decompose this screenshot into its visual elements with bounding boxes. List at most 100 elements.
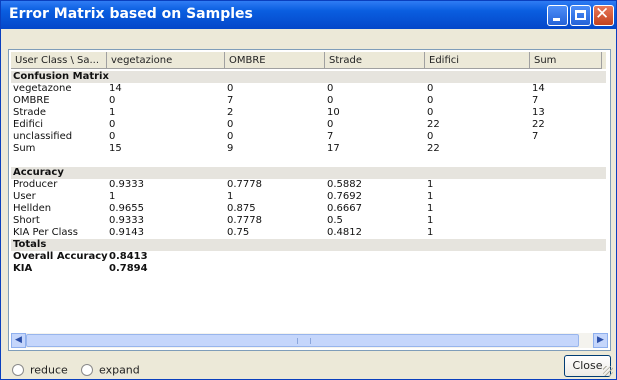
table-cell: 14: [109, 83, 122, 94]
table-cell: Edifici: [13, 119, 44, 130]
table-cell: 0: [427, 107, 434, 118]
table-cell: 0.7778: [227, 215, 262, 226]
resize-grip-icon[interactable]: [603, 366, 613, 376]
table-cell: vegetazone: [13, 83, 72, 94]
section-header: Confusion Matrix: [11, 71, 606, 83]
table-row: User 1 1 0.7692 1: [11, 191, 606, 203]
table-cell: 7: [227, 95, 234, 106]
table-cell: 0.6667: [327, 203, 362, 214]
close-window-button[interactable]: ✕: [593, 4, 614, 26]
table-cell: unclassified: [13, 131, 73, 142]
table-cell: KIA: [13, 263, 33, 274]
table-row: vegetazone 14 0 0 0 14: [11, 83, 606, 95]
table-row: Hellden 0.9655 0.875 0.6667 1: [11, 203, 606, 215]
table-cell: Hellden: [13, 203, 52, 214]
table-cell: 0.8413: [109, 251, 148, 262]
section-header: Accuracy: [11, 167, 606, 179]
table-cell: 0.5882: [327, 179, 362, 190]
minimize-button[interactable]: [547, 5, 568, 26]
table-cell: 7: [327, 131, 334, 142]
table-cell: 0.5: [327, 215, 343, 226]
table-cell: 1: [109, 107, 116, 118]
table-cell: 0.9333: [109, 179, 144, 190]
table-row: Strade 1 2 10 0 13: [11, 107, 606, 119]
table-cell: OMBRE: [13, 95, 50, 106]
reduce-label: reduce: [30, 363, 68, 377]
table-cell: KIA Per Class: [13, 227, 78, 238]
table-cell: 0: [427, 131, 434, 142]
table-cell: User: [13, 191, 36, 202]
table-row: Producer 0.9333 0.7778 0.5882 1: [11, 179, 606, 191]
table-cell: Totals: [13, 239, 47, 250]
table-cell: 13: [532, 107, 545, 118]
table-cell: 1: [427, 227, 434, 238]
table-cell: 0: [227, 131, 234, 142]
table-cell: 14: [532, 83, 545, 94]
table-cell: 0: [327, 119, 334, 130]
table-cell: 0.4812: [327, 227, 362, 238]
close-icon: ✕: [595, 4, 610, 24]
table-cell: 1: [109, 191, 116, 202]
error-matrix-table: User Class \ Sa... vegetazione OMBRE Strade…: [8, 49, 611, 351]
table-cell: 0: [109, 131, 116, 142]
column-header[interactable]: Edifici: [425, 52, 530, 69]
table-cell: 22: [427, 119, 440, 130]
radio-icon[interactable]: [81, 364, 93, 376]
table-row: Short 0.9333 0.7778 0.5 1: [11, 215, 606, 227]
maximize-button[interactable]: [570, 5, 591, 26]
table-row: Overall Accuracy 0.8413: [11, 251, 606, 263]
table-cell: Producer: [13, 179, 58, 190]
table-row: OMBRE 0 7 0 0 7: [11, 95, 606, 107]
error-matrix-window: Error Matrix based on Samples ✕ User Cla…: [0, 0, 617, 380]
radio-icon[interactable]: [12, 364, 24, 376]
table-header: User Class \ Sa... vegetazione OMBRE Strade…: [11, 52, 606, 69]
table-cell: Confusion Matrix: [13, 71, 109, 82]
table-cell: 7: [532, 95, 539, 106]
maximize-icon: [575, 10, 586, 20]
column-header[interactable]: User Class \ Sa...: [11, 52, 107, 69]
table-cell: 9: [227, 143, 234, 154]
window-title: Error Matrix based on Samples: [9, 6, 253, 22]
table-cell: Short: [13, 215, 40, 226]
title-bar[interactable]: Error Matrix based on Samples ✕: [1, 1, 616, 29]
table-cell: 1: [427, 215, 434, 226]
table-cell: 0.7778: [227, 179, 262, 190]
arrow-right-icon: ▶: [597, 335, 604, 345]
grip-icon: [297, 338, 311, 344]
table-cell: 0: [327, 83, 334, 94]
column-header[interactable]: Strade: [325, 52, 425, 69]
reduce-option[interactable]: reduce: [12, 363, 68, 377]
expand-option[interactable]: expand: [81, 363, 140, 377]
table-cell: 10: [327, 107, 340, 118]
arrow-left-icon: ◀: [15, 335, 22, 345]
table-cell: 1: [427, 191, 434, 202]
table-cell: 0.9655: [109, 203, 144, 214]
table-cell: 0: [427, 83, 434, 94]
scroll-right-button[interactable]: ▶: [593, 333, 608, 348]
minimize-icon: [553, 18, 560, 21]
table-cell: 17: [327, 143, 340, 154]
column-header[interactable]: Sum: [530, 52, 602, 69]
scroll-left-button[interactable]: ◀: [11, 333, 26, 348]
table-cell: 2: [227, 107, 234, 118]
table-row: unclassified 0 0 7 0 7: [11, 131, 606, 143]
table-cell: Overall Accuracy: [13, 251, 108, 262]
table-row: Edifici 0 0 0 22 22: [11, 119, 606, 131]
table-row: KIA Per Class 0.9143 0.75 0.4812 1: [11, 227, 606, 239]
table-cell: Accuracy: [13, 167, 64, 178]
column-header[interactable]: OMBRE: [225, 52, 325, 69]
table-cell: 0.875: [227, 203, 256, 214]
table-cell: 0: [109, 119, 116, 130]
table-cell: 15: [109, 143, 122, 154]
scrollbar-thumb[interactable]: [26, 334, 579, 347]
section-header: Totals: [11, 239, 606, 251]
horizontal-scrollbar[interactable]: ◀ ▶: [11, 333, 608, 348]
table-cell: 0.9333: [109, 215, 144, 226]
table-cell: 1: [227, 191, 234, 202]
table-cell: 0: [327, 95, 334, 106]
table-cell: 0: [227, 119, 234, 130]
table-cell: Strade: [13, 107, 47, 118]
expand-label: expand: [99, 363, 140, 377]
column-header[interactable]: vegetazione: [107, 52, 225, 69]
table-cell: 7: [532, 131, 539, 142]
